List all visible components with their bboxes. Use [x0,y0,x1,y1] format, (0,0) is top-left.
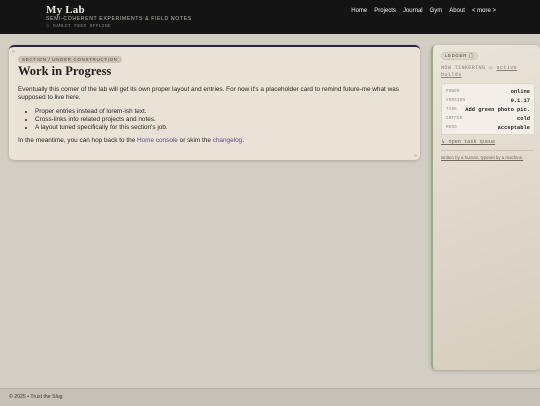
changelog-link[interactable]: changelog [213,137,243,144]
now-tinkering: NOW TINKERING ◇ active builds [441,65,517,78]
nav-more[interactable]: < more > [472,8,496,14]
section-badge: SECTION / UNDER CONSTRUCTION [18,56,122,63]
ledger-sidebar: LEDGER ◯ NOW TINKERING ◇ active builds P… [431,45,540,370]
feed-status: ◇ OAMLET FEED OFFLINE [46,24,111,29]
list-item: Proper entries instead of lorem-ish text… [35,108,168,116]
ledger-value: 0.1.17 [510,98,530,104]
ledger-key: VERSION [446,99,466,103]
ledger-key: COFFEE [446,117,463,121]
ledger-key: POWER [446,90,460,94]
ledger-value: Add green photo pic. [465,107,530,113]
outro-text: In the meantime, you can hop back to the… [18,137,244,144]
ledger-badge: LEDGER ◯ [441,52,479,60]
footer-text: © 2025 • Trust the Slug [9,394,63,400]
ledger-value: online [510,89,530,95]
nav-home[interactable]: Home [351,8,367,14]
nav-projects[interactable]: Projects [374,8,396,14]
corner-dot [12,50,15,53]
site-subtitle: SEMI-COHERENT EXPERIMENTS & FIELD NOTES [46,16,192,22]
ledger-value: cold [517,116,530,122]
main-nav: Home Projects Journal Gym About < more > [351,8,496,14]
list-item: Cross-links into related projects and no… [35,116,168,124]
ledger-row: TASK Add green photo pic. [446,106,530,114]
corner-dot [414,154,417,157]
nav-gym[interactable]: Gym [430,8,443,14]
wip-card: SECTION / UNDER CONSTRUCTION Work in Pro… [9,45,420,160]
list-item: A layout tuned specifically for this sec… [35,124,168,132]
page-title: Work in Progress [18,64,112,78]
top-bar: My Lab SEMI-COHERENT EXPERIMENTS & FIELD… [0,0,540,34]
ledger-value: acceptable [497,125,530,131]
nav-about[interactable]: About [449,8,465,14]
nav-journal[interactable]: Journal [403,8,423,14]
ledger-key: MOOD [446,126,458,130]
ledger-row: COFFEE cold [446,115,530,123]
site-title[interactable]: My Lab [46,4,85,16]
ledger-row: POWER online [446,88,530,96]
divider [441,150,533,151]
ledger-row: MOOD acceptable [446,124,530,132]
ledger-table: POWER online VERSION 0.1.17 TASK Add gre… [441,83,535,135]
task-queue-link[interactable]: ↳ open task queue [441,139,495,145]
intro-text: Eventually this corner of the lab will g… [18,86,399,101]
ledger-key: TASK [446,108,458,112]
ledger-row: VERSION 0.1.17 [446,97,530,105]
todo-list: Proper entries instead of lorem-ish text… [26,108,168,132]
footer: © 2025 • Trust the Slug [0,388,540,406]
home-console-link[interactable]: Home console [137,137,178,144]
credit-note: written by a human, typeset by a machine… [441,155,524,160]
